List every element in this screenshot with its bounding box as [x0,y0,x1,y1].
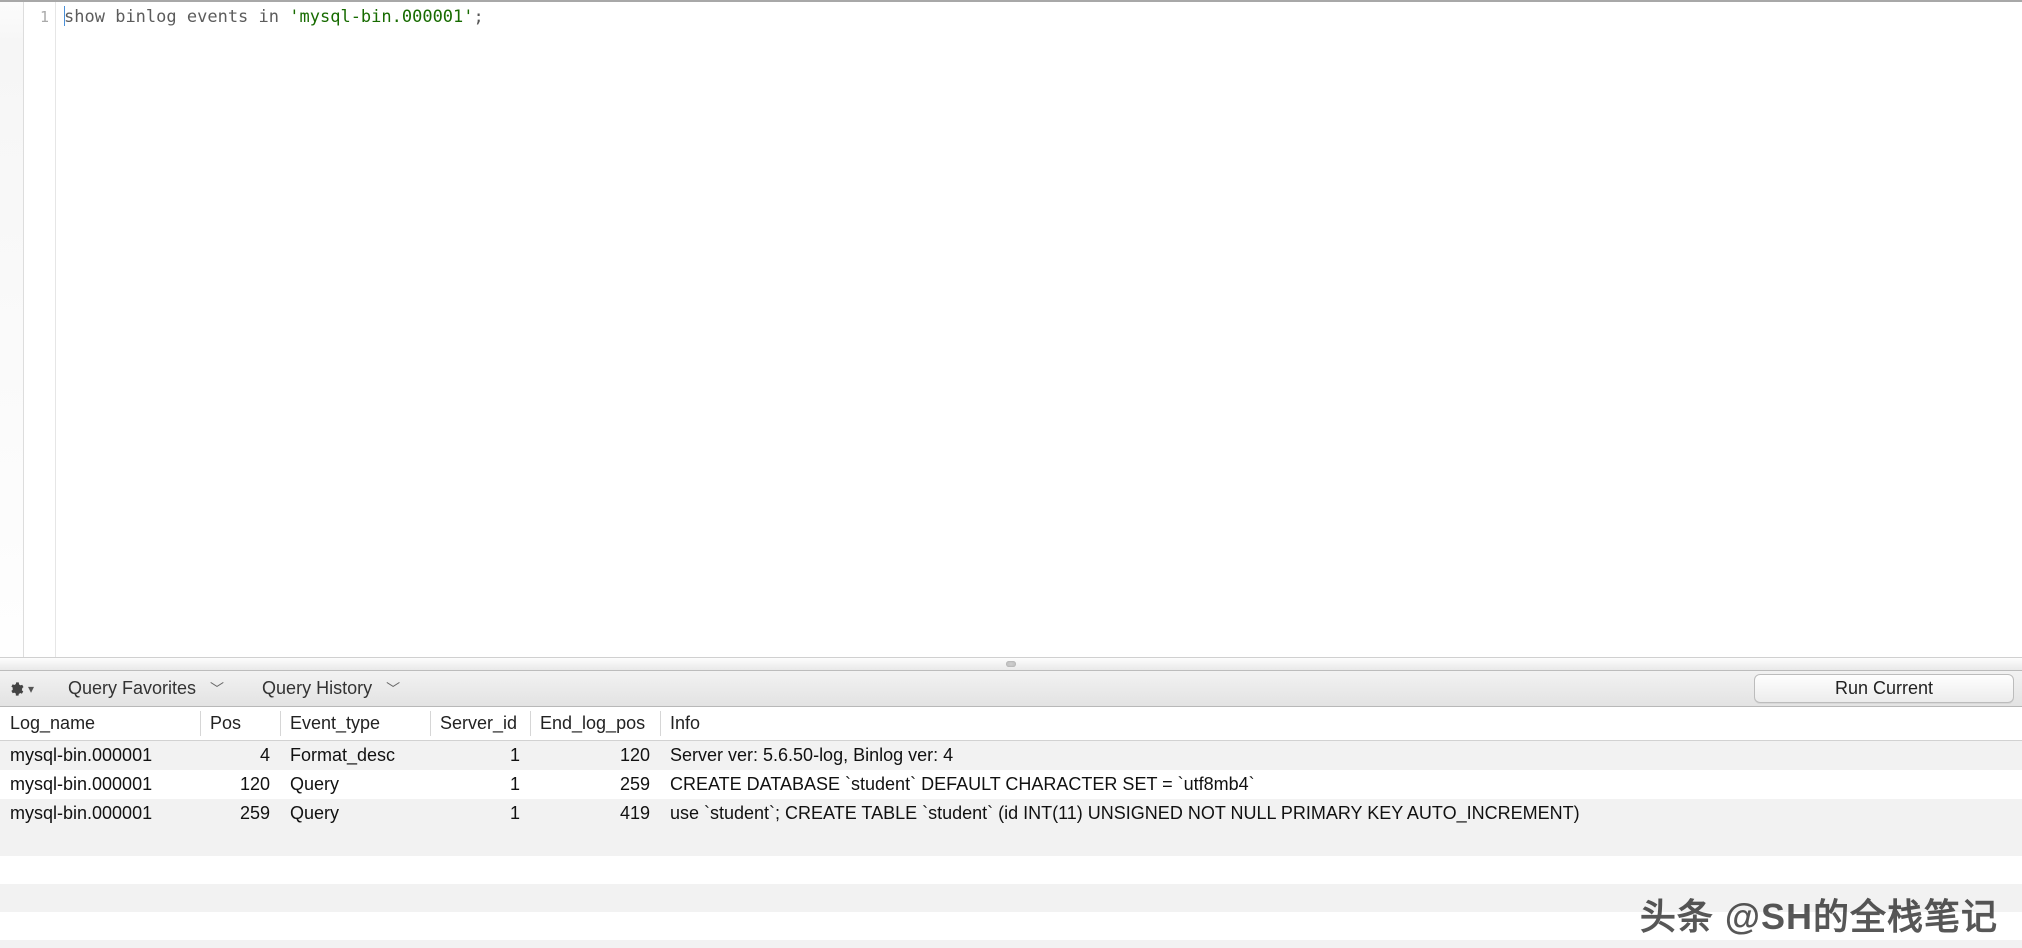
sql-token-binlog: binlog [115,7,176,27]
col-event-type[interactable]: Event_type [280,707,430,741]
app-root: 1 show binlog events in 'mysql-bin.00000… [0,0,2022,948]
cell-event-type: Format_desc [280,741,430,771]
cell-server-id: 1 [430,741,530,771]
sql-token-show: show [64,7,105,27]
cell-info: use `student`; CREATE TABLE `student` (i… [660,799,2022,828]
sql-token-semicolon: ; [474,7,484,27]
cell-end-log-pos: 259 [530,770,660,799]
cell-log-name: mysql-bin.000001 [0,741,200,771]
cell-pos: 120 [200,770,280,799]
col-server-id[interactable]: Server_id [430,707,530,741]
chevron-down-icon: ▾ [28,682,34,696]
results-empty-rows [0,828,2022,948]
editor-left-margin [0,2,24,657]
query-toolbar: ▾ Query Favorites ﹀ Query History ﹀ Run … [0,671,2022,707]
sql-token-string: 'mysql-bin.000001' [289,7,473,27]
cell-log-name: mysql-bin.000001 [0,799,200,828]
sql-editor[interactable]: show binlog events in 'mysql-bin.000001'… [56,2,2022,657]
pane-splitter[interactable] [0,657,2022,671]
cell-end-log-pos: 120 [530,741,660,771]
cell-event-type: Query [280,770,430,799]
results-table: Log_name Pos Event_type Server_id End_lo… [0,707,2022,828]
col-log-name[interactable]: Log_name [0,707,200,741]
run-current-label: Run Current [1835,678,1933,698]
settings-button[interactable]: ▾ [8,680,34,698]
cell-event-type: Query [280,799,430,828]
results-header: Log_name Pos Event_type Server_id End_lo… [0,707,2022,741]
results-body: mysql-bin.0000014Format_desc1120Server v… [0,741,2022,829]
text-cursor [64,6,65,26]
line-number: 1 [24,6,55,28]
cell-pos: 4 [200,741,280,771]
table-row[interactable]: mysql-bin.000001120Query1259CREATE DATAB… [0,770,2022,799]
cell-server-id: 1 [430,799,530,828]
chevron-down-icon: ﹀ [210,679,224,699]
query-favorites-dropdown[interactable]: Query Favorites ﹀ [64,676,228,701]
cell-log-name: mysql-bin.000001 [0,770,200,799]
col-end-log-pos[interactable]: End_log_pos [530,707,660,741]
sql-editor-pane: 1 show binlog events in 'mysql-bin.00000… [0,2,2022,657]
cell-info: CREATE DATABASE `student` DEFAULT CHARAC… [660,770,2022,799]
run-current-button[interactable]: Run Current [1754,674,2014,703]
col-pos[interactable]: Pos [200,707,280,741]
query-history-dropdown[interactable]: Query History ﹀ [258,676,404,701]
query-favorites-label: Query Favorites [68,678,196,699]
gear-icon [8,680,24,698]
chevron-down-icon: ﹀ [386,679,400,699]
cell-server-id: 1 [430,770,530,799]
cell-end-log-pos: 419 [530,799,660,828]
table-row[interactable]: mysql-bin.0000014Format_desc1120Server v… [0,741,2022,771]
table-row[interactable]: mysql-bin.000001259Query1419use `student… [0,799,2022,828]
cell-pos: 259 [200,799,280,828]
results-pane: Log_name Pos Event_type Server_id End_lo… [0,707,2022,948]
editor-gutter: 1 [24,2,56,657]
sql-token-in: in [259,7,279,27]
sql-token-events: events [187,7,248,27]
col-info[interactable]: Info [660,707,2022,741]
cell-info: Server ver: 5.6.50-log, Binlog ver: 4 [660,741,2022,771]
query-history-label: Query History [262,678,372,699]
splitter-grip-icon [1006,661,1016,667]
